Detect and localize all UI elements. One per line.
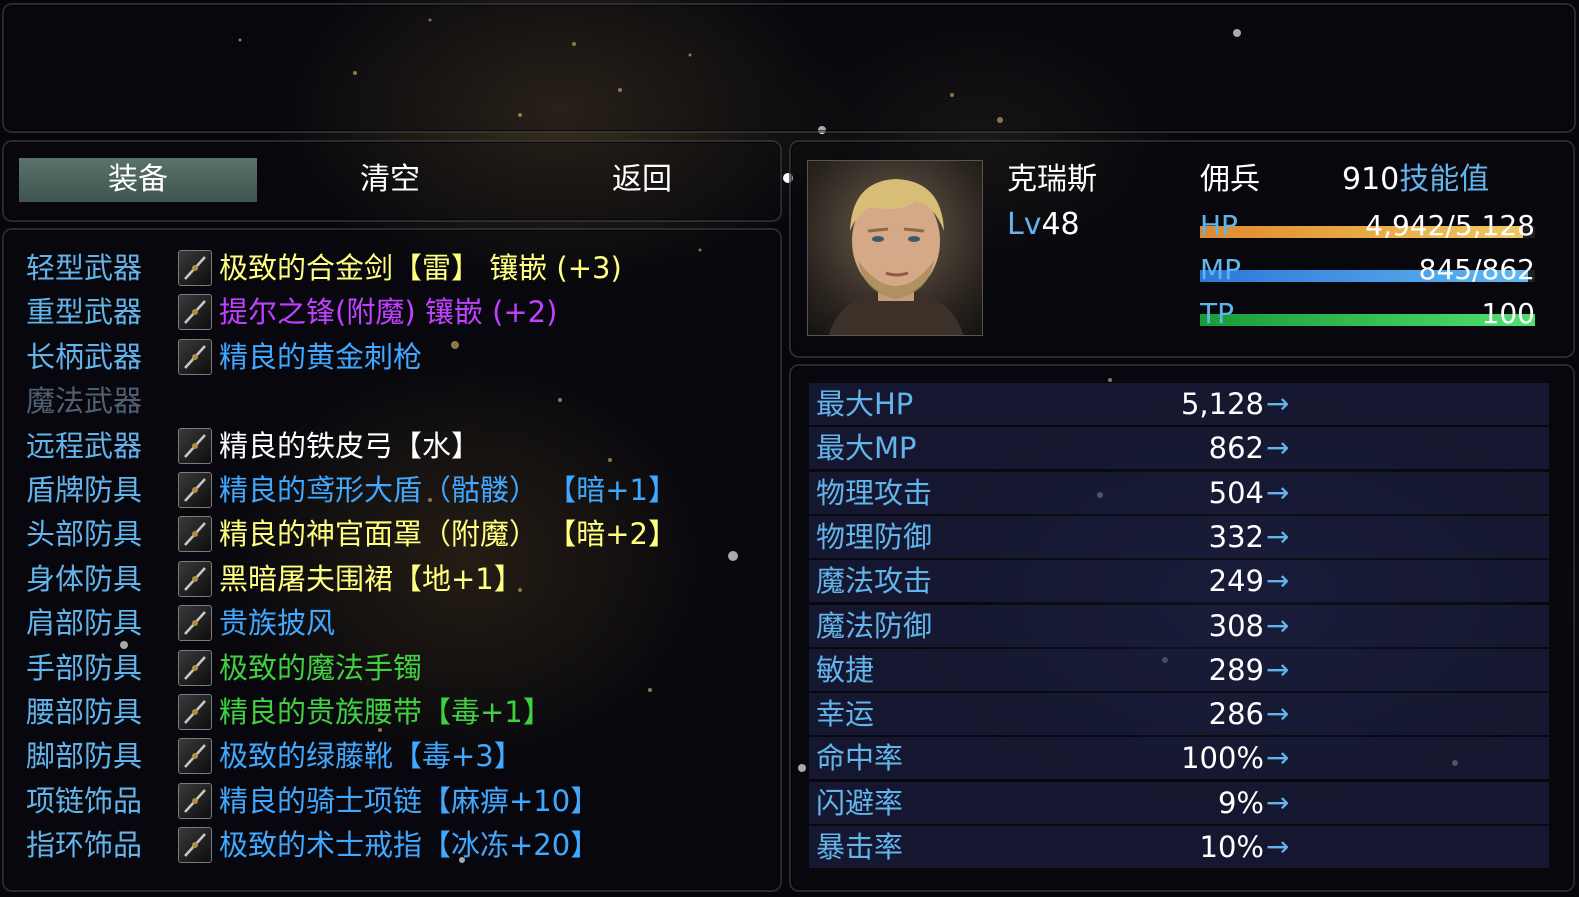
equip-slot-label[interactable]: 腰部防具 [26, 690, 142, 734]
equip-item-name[interactable]: 极致的合金剑【雷】 镶嵌 (+3) [219, 246, 622, 290]
back-command-button[interactable]: 返回 [522, 158, 762, 202]
parameter-value: 249 [1208, 564, 1264, 599]
actor-name: 克瑞斯 [1007, 162, 1097, 197]
armor-icon [178, 560, 212, 597]
parameter-label: 敏捷 [816, 652, 875, 687]
equip-item-name[interactable]: 极致的魔法手镯 [219, 646, 422, 690]
helmet-icon [178, 516, 212, 553]
parameter-value: 332 [1208, 519, 1264, 554]
mp-value: 845/862 [1418, 253, 1535, 286]
parameter-value: 862 [1208, 431, 1264, 466]
parameter-value: 100% [1181, 741, 1264, 776]
equip-item-name[interactable]: 精良的贵族腰带【毒+1】 [219, 690, 552, 734]
equip-slot-label[interactable]: 头部防具 [26, 512, 142, 556]
parameter-label: 魔法防御 [816, 608, 933, 643]
parameter-label: 命中率 [816, 741, 904, 776]
spear-icon [178, 338, 212, 375]
right-arrow-icon: → [1266, 652, 1290, 686]
mercenary-portrait [807, 160, 983, 336]
right-arrow-icon: → [1266, 697, 1290, 731]
help-window [2, 3, 1576, 133]
equip-slot-label[interactable]: 肩部防具 [26, 601, 142, 645]
tp-value: 100 [1481, 297, 1535, 330]
skill-points-value: 910 [1342, 162, 1400, 197]
equip-item-name[interactable]: 贵族披风 [219, 601, 335, 645]
equip-slot-label[interactable]: 脚部防具 [26, 734, 142, 778]
equip-item-name[interactable]: 精良的黄金刺枪 [219, 335, 422, 379]
clear-command-button[interactable]: 清空 [270, 158, 510, 202]
equip-item-name[interactable]: 极致的绿藤靴【毒+3】 [219, 734, 523, 778]
parameter-label: 最大MP [816, 431, 917, 466]
parameter-value: 9% [1217, 785, 1264, 820]
equip-slot-label[interactable]: 指环饰品 [26, 823, 142, 867]
parameter-value: 5,128 [1180, 387, 1264, 421]
equip-item-name[interactable]: 精良的铁皮弓【水】 [219, 424, 480, 468]
equip-item-name[interactable]: 精良的鸢形大盾（骷髅） 【暗+1】 [219, 468, 677, 512]
equip-item-name[interactable]: 提尔之锋(附魔) 镶嵌 (+2) [219, 290, 557, 334]
right-arrow-icon: → [1266, 830, 1290, 863]
equip-slot-label[interactable]: 重型武器 [26, 290, 142, 334]
necklace-icon [178, 782, 212, 819]
ring-icon [178, 827, 212, 864]
right-arrow-icon: → [1266, 741, 1290, 775]
parameter-value: 286 [1208, 697, 1264, 732]
bracelet-icon [178, 649, 212, 686]
right-arrow-icon: → [1266, 564, 1290, 598]
parameter-label: 物理攻击 [816, 475, 933, 510]
parameter-value: 504 [1208, 475, 1264, 510]
hp-value: 4,942/5,128 [1365, 209, 1535, 242]
right-arrow-icon: → [1266, 608, 1290, 642]
equip-slot-label[interactable]: 身体防具 [26, 557, 142, 601]
actor-class: 佣兵 [1200, 162, 1260, 197]
skill-points-label: 技能值 [1399, 162, 1490, 197]
equip-item-name[interactable]: 黑暗屠夫围裙【地+1】 [219, 557, 523, 601]
equip-command-button[interactable]: 装备 [19, 158, 257, 202]
equip-slot-label[interactable]: 盾牌防具 [26, 468, 142, 512]
parameter-value: 289 [1208, 652, 1264, 687]
sword-icon [178, 250, 212, 286]
equip-slot-label[interactable]: 魔法武器 [26, 379, 142, 423]
equip-slot-label[interactable]: 远程武器 [26, 424, 142, 468]
parameter-label: 闪避率 [816, 785, 904, 820]
cloak-icon [178, 605, 212, 642]
actor-level: Lv48 [1007, 205, 1080, 245]
right-arrow-icon: → [1266, 475, 1290, 509]
level-value: 48 [1041, 207, 1080, 242]
shield-icon [178, 472, 212, 508]
equip-item-name[interactable]: 极致的术士戒指【冰冻+20】 [219, 823, 599, 867]
boots-icon [178, 738, 212, 775]
skill-points: 910技能值 [1342, 160, 1489, 200]
parameter-label: 幸运 [816, 697, 875, 732]
right-arrow-icon: → [1266, 785, 1290, 819]
parameter-label: 最大HP [816, 387, 914, 421]
belt-icon [178, 694, 212, 730]
equip-item-name[interactable]: 精良的骑士项链【麻痹+10】 [219, 779, 599, 823]
parameter-label: 暴击率 [816, 830, 904, 864]
parameter-label: 魔法攻击 [816, 564, 933, 599]
right-arrow-icon: → [1266, 519, 1290, 553]
parameter-value: 10% [1199, 830, 1264, 864]
right-arrow-icon: → [1266, 387, 1290, 420]
equip-slot-label[interactable]: 项链饰品 [26, 779, 142, 823]
bow-icon [178, 427, 212, 464]
equip-slot-label[interactable]: 手部防具 [26, 646, 142, 690]
parameter-value: 308 [1208, 608, 1264, 643]
greatsword-icon [178, 294, 212, 331]
face-image [828, 179, 964, 335]
right-arrow-icon: → [1266, 431, 1290, 465]
equip-item-name[interactable]: 精良的神官面罩（附魔） 【暗+2】 [219, 512, 677, 556]
level-label: Lv [1007, 207, 1042, 242]
equip-slot-label[interactable]: 长柄武器 [26, 335, 142, 379]
equip-slot-label[interactable]: 轻型武器 [26, 246, 142, 290]
parameter-label: 物理防御 [816, 519, 933, 554]
